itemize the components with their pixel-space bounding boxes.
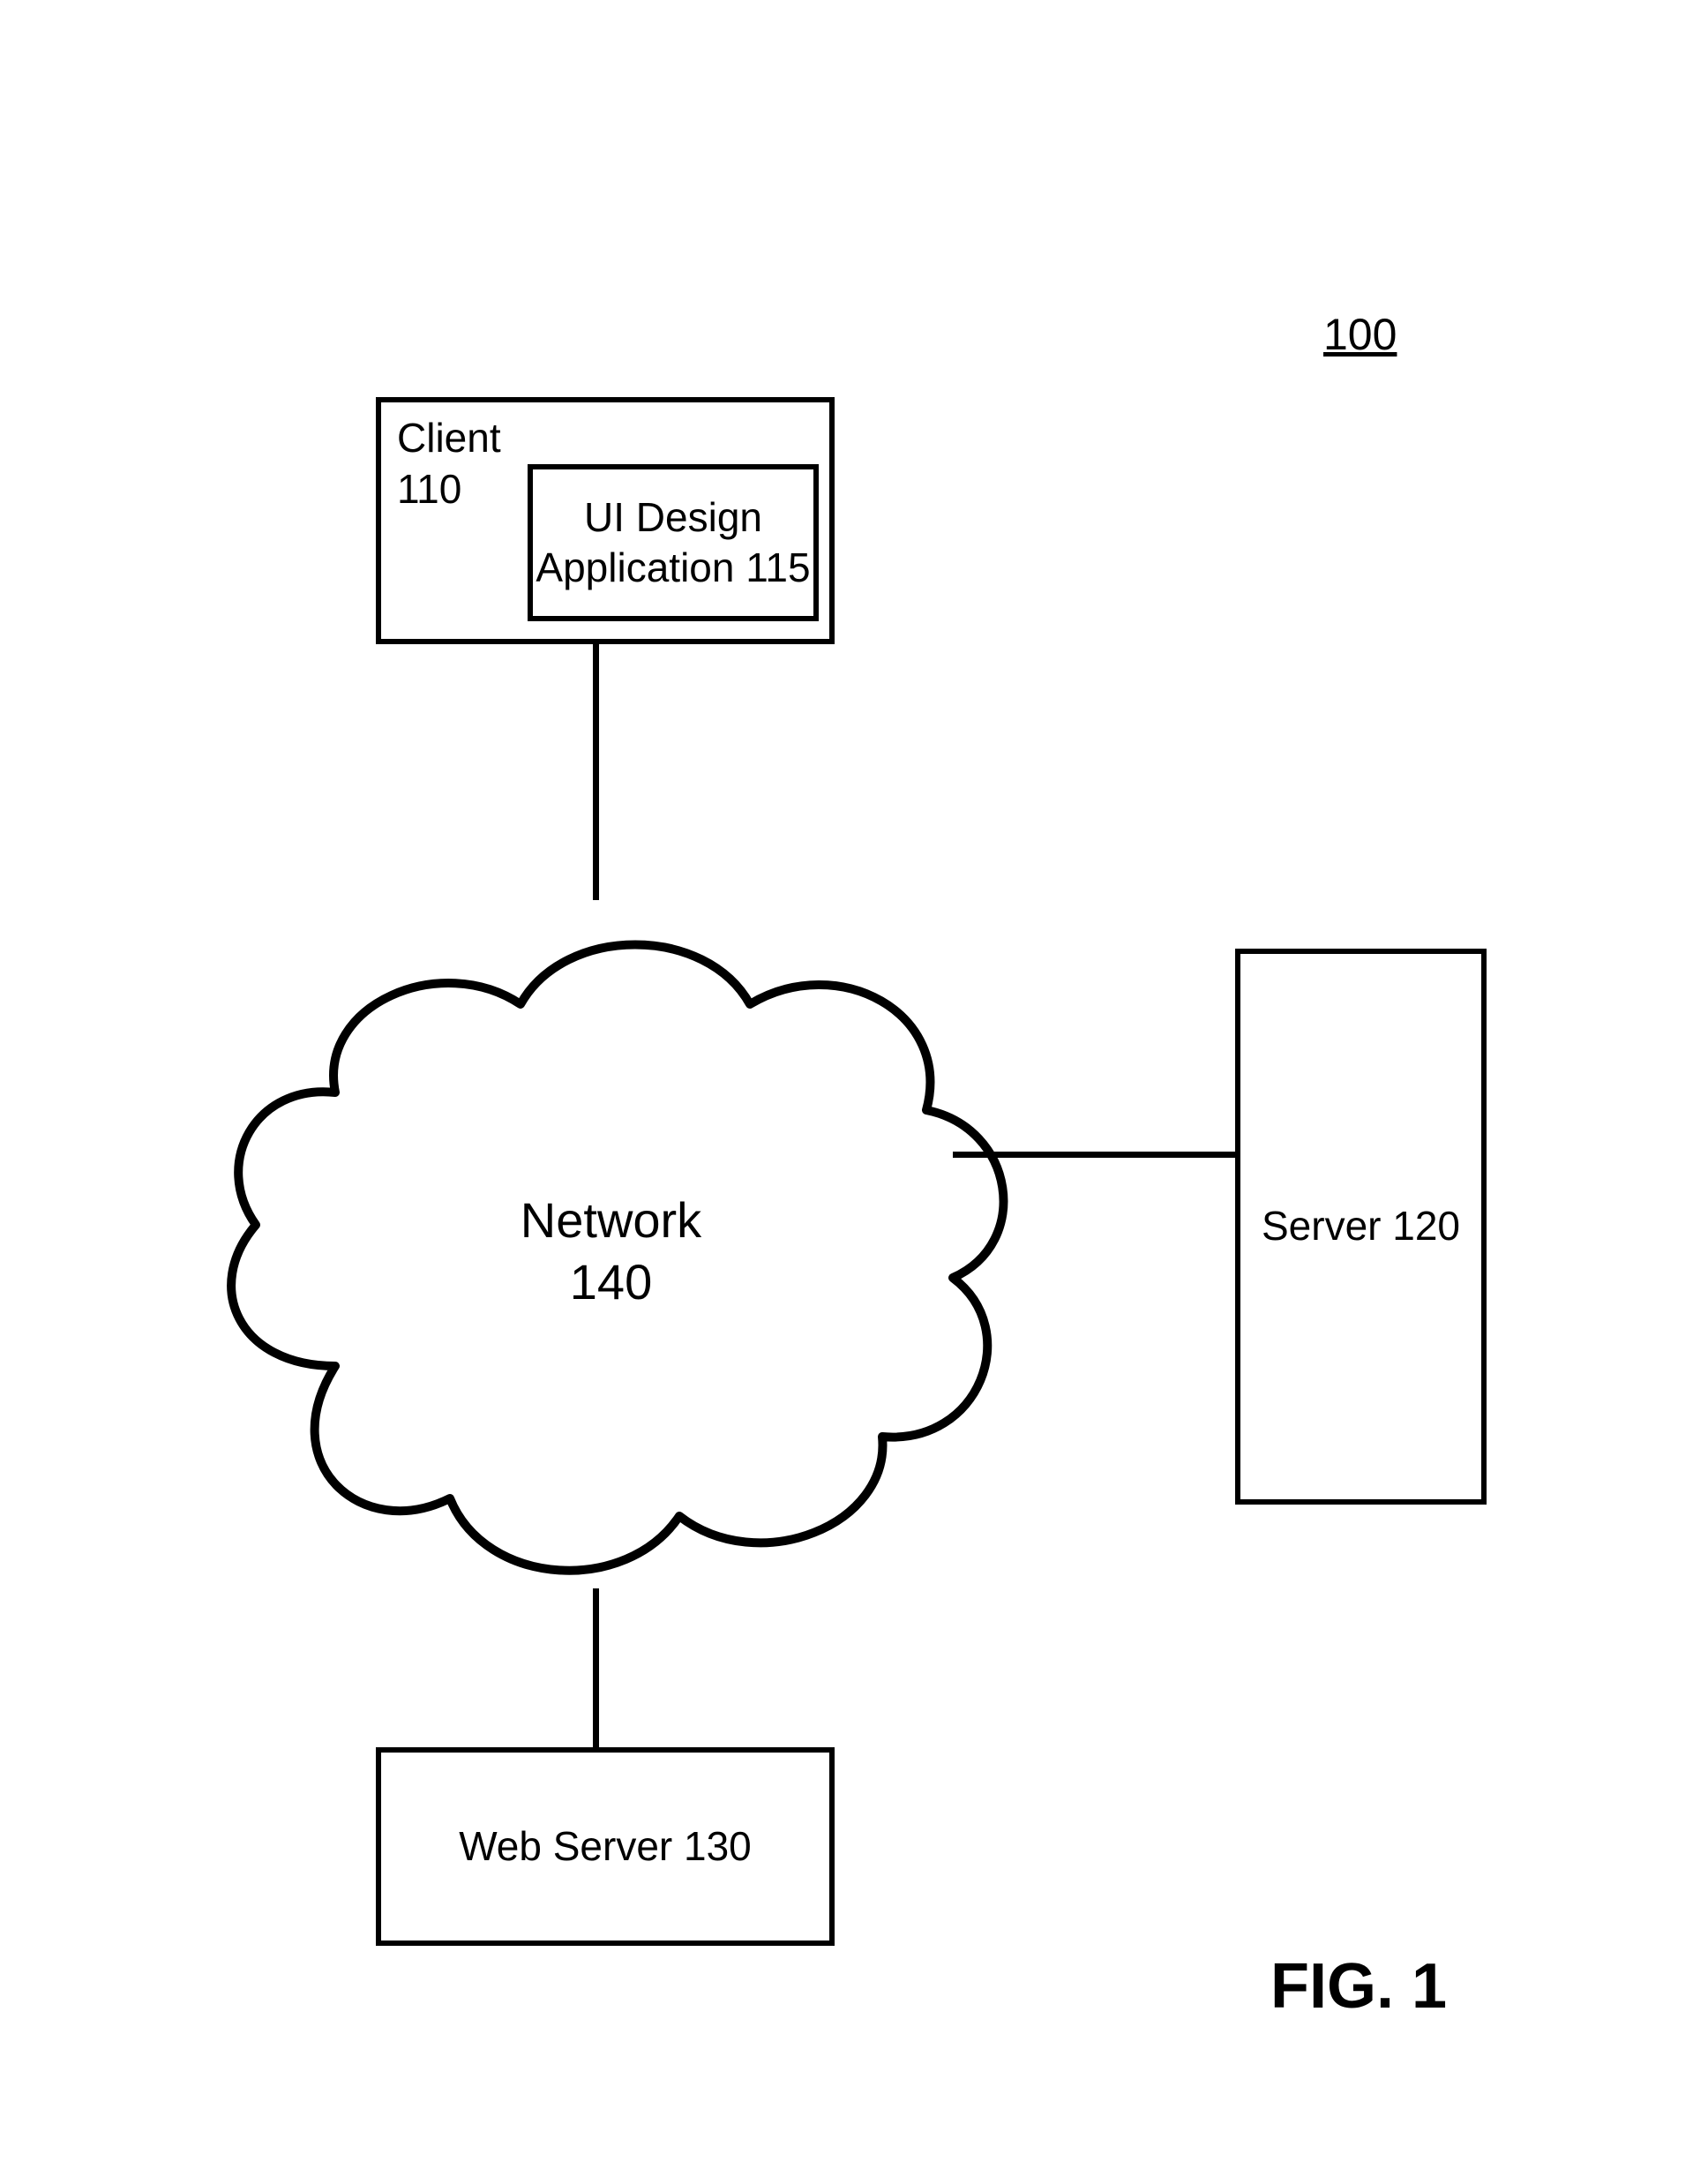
connector-client-to-network [593, 644, 599, 900]
server-box: Server 120 [1235, 949, 1487, 1505]
diagram-canvas: 100 Client 110 UI Design Application 115… [0, 0, 1708, 2162]
ui-design-application-box: UI Design Application 115 [528, 464, 819, 621]
connector-network-to-webserver [593, 1588, 599, 1749]
server-box-label: Server 120 [1262, 1201, 1460, 1252]
web-server-box-label: Web Server 130 [459, 1821, 752, 1873]
web-server-box: Web Server 130 [376, 1747, 835, 1946]
ui-design-application-label: UI Design Application 115 [536, 492, 810, 594]
figure-caption: FIG. 1 [1270, 1950, 1447, 2023]
client-box-title: Client 110 [397, 413, 501, 514]
network-cloud-label: Network 140 [521, 1190, 701, 1313]
client-box: Client 110 UI Design Application 115 [376, 397, 835, 644]
figure-reference-number: 100 [1323, 309, 1397, 360]
connector-network-to-server [953, 1152, 1235, 1158]
network-cloud: Network 140 [185, 872, 1037, 1631]
